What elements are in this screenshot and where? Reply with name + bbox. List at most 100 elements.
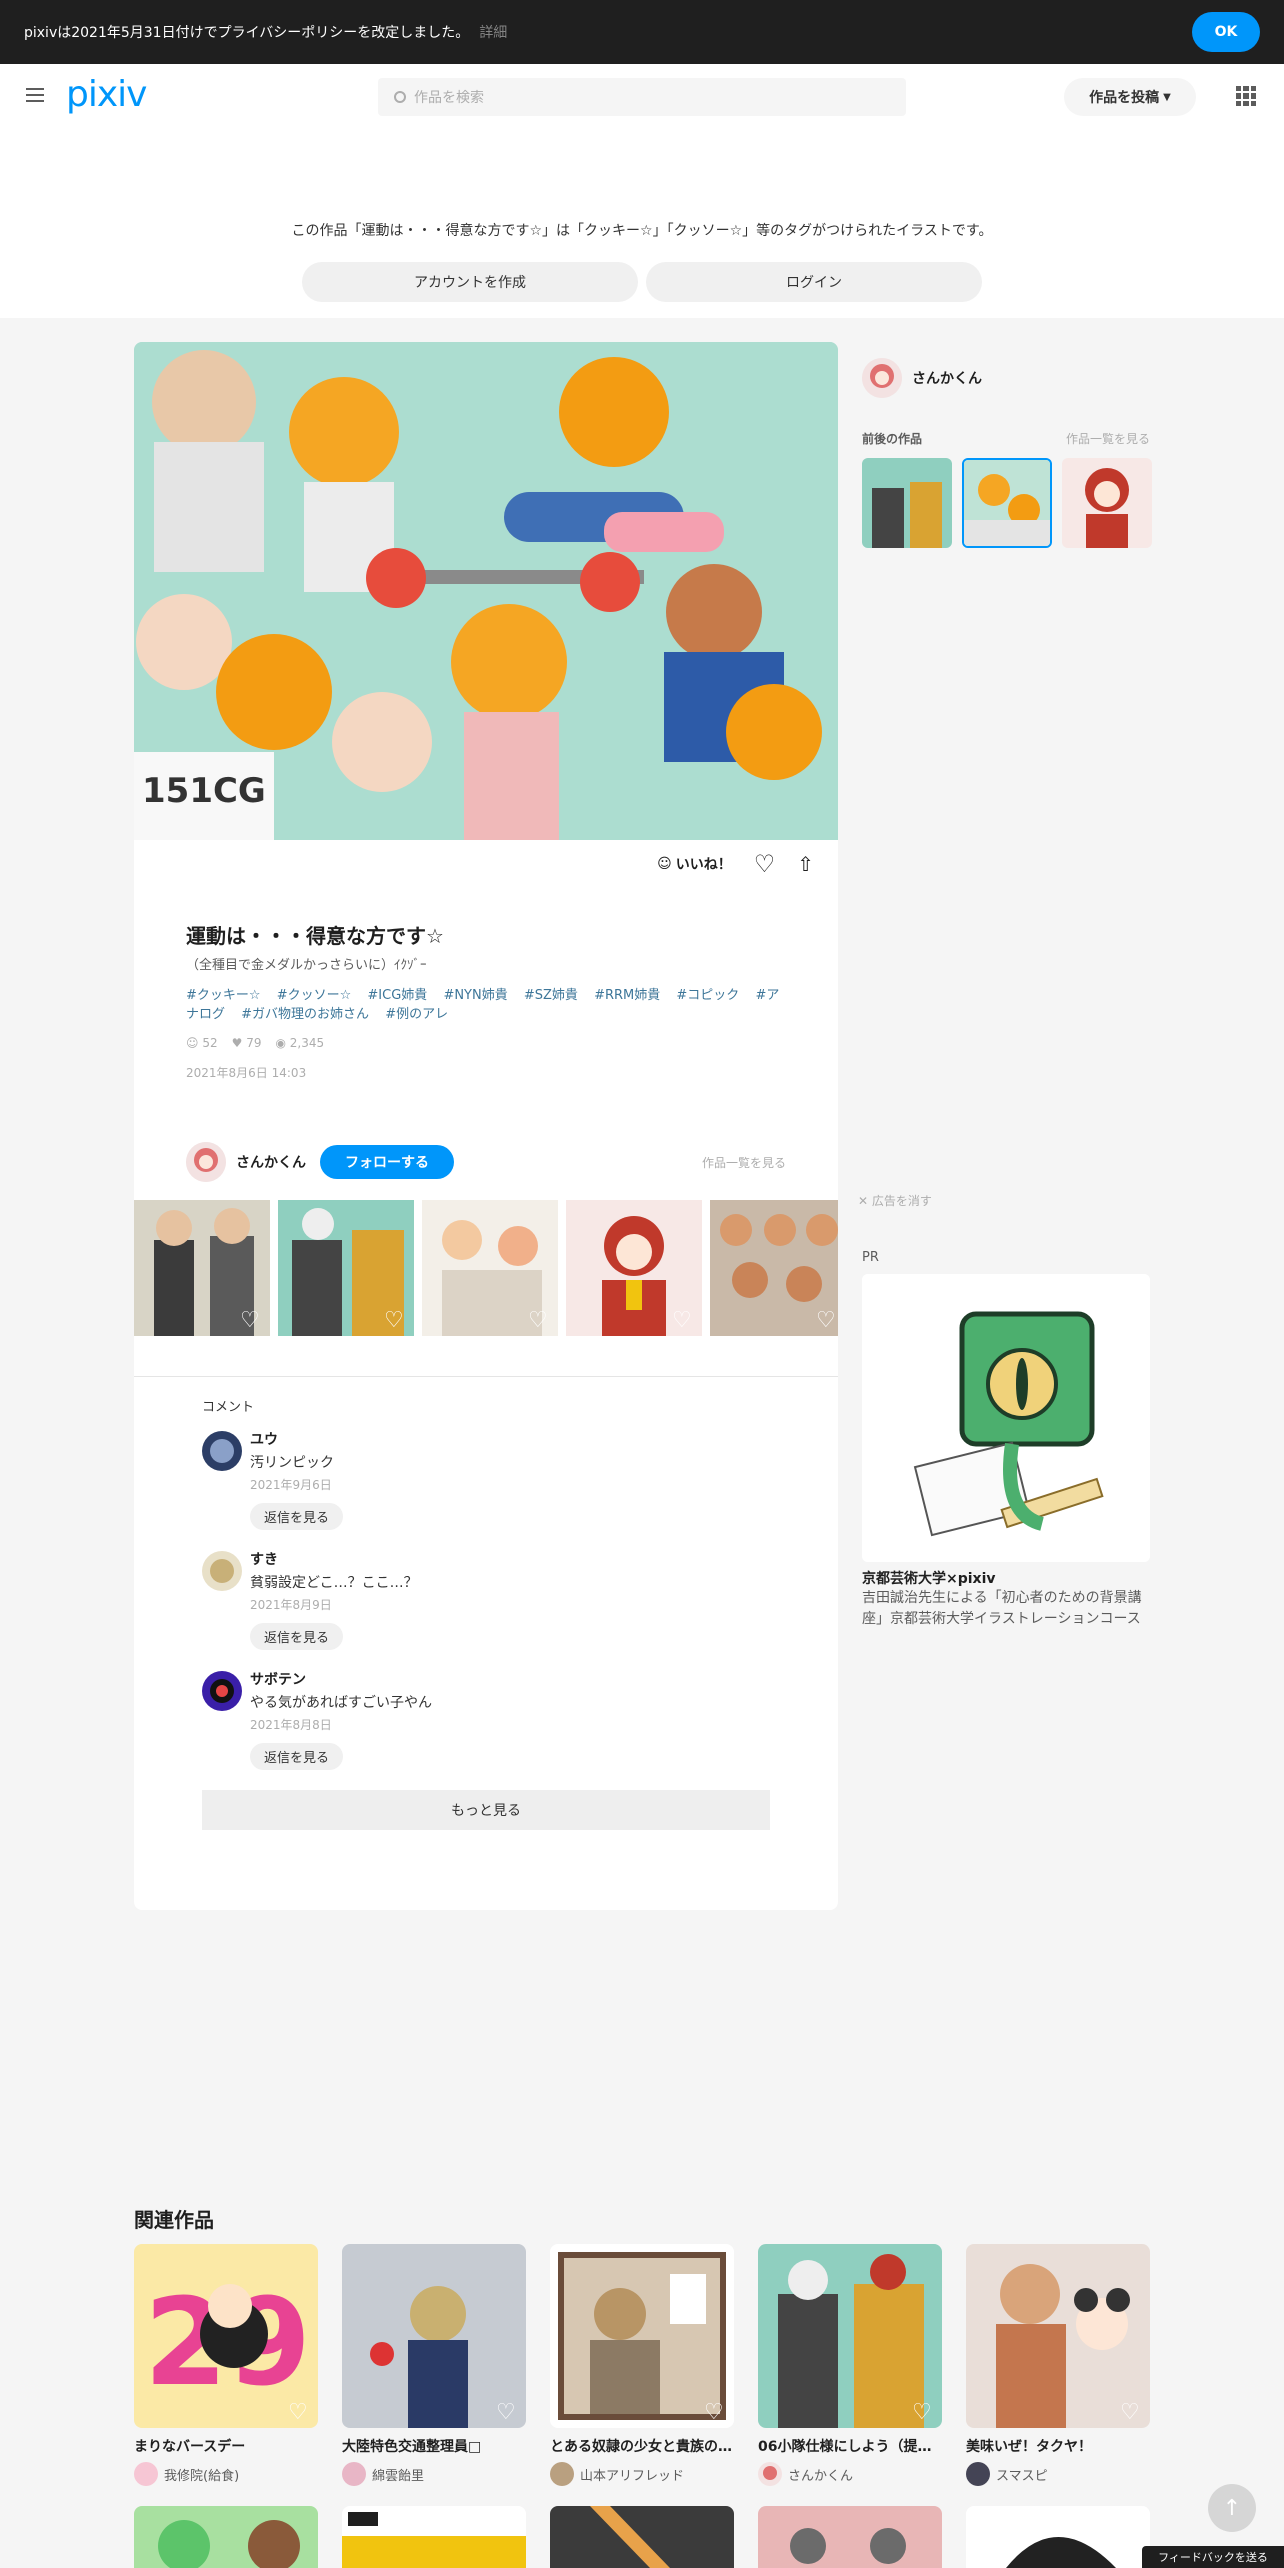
bookmark-heart-icon[interactable]: ♡: [816, 1308, 838, 1333]
related-work-image[interactable]: ♡: [966, 2244, 1150, 2428]
comment-date: 2021年8月9日: [250, 1598, 332, 1612]
related-work[interactable]: ♡ とある奴隷の少女と貴族の… 山本アリフレッド: [550, 2244, 734, 2486]
notice-ok-button[interactable]: OK: [1192, 12, 1260, 52]
work-thumbnail[interactable]: ♡: [710, 1200, 838, 1336]
nearby-work-thumbnail[interactable]: [1062, 458, 1152, 548]
related-work-image[interactable]: [758, 2506, 942, 2568]
author-name[interactable]: さんかくん: [236, 1152, 306, 1172]
bookmark-heart-icon[interactable]: ♡: [754, 850, 776, 878]
comments-heading: コメント: [202, 1400, 255, 1415]
commenter-avatar[interactable]: [202, 1431, 242, 1471]
related-work-title[interactable]: まりなバースデー: [134, 2436, 318, 2456]
related-work-image[interactable]: 29 ♡: [134, 2244, 318, 2428]
search-input[interactable]: 作品を検索: [378, 78, 906, 116]
comment-item: すき 貧弱設定どこ…？ここ…？ 2021年8月9日 返信を見る: [202, 1549, 770, 1669]
heart-icon: ♥: [231, 1036, 247, 1050]
commenter-name[interactable]: ユウ: [250, 1429, 770, 1449]
artwork-image[interactable]: 151CG: [134, 342, 838, 840]
related-work-image[interactable]: [342, 2506, 526, 2568]
ad-description: 吉田誠治先生による「初心者のための背景講座」京都芸術大学イラストレーションコース: [862, 1590, 1142, 1627]
privacy-notice-bar: pixivは2021年5月31日付けでプライバシーポリシーを改定しました。 詳細…: [0, 0, 1284, 64]
share-icon[interactable]: ⇧: [797, 852, 814, 876]
comment-text: 汚リンピック: [250, 1455, 334, 1471]
tag-link[interactable]: #SZ姉貴: [524, 988, 578, 1003]
work-thumbnail[interactable]: ♡: [278, 1200, 414, 1336]
bookmark-heart-icon[interactable]: ♡: [240, 1308, 262, 1333]
hide-ad-button[interactable]: ✕ 広告を消す: [858, 1192, 932, 1209]
scroll-to-top-button[interactable]: ↑: [1208, 2484, 1256, 2532]
related-work-user[interactable]: 山本アリフレッド: [550, 2462, 734, 2486]
related-work-image[interactable]: ♡: [758, 2244, 942, 2428]
related-work[interactable]: ♡ 大陸特色交通整理員□ 綿雲飴里: [342, 2244, 526, 2486]
related-work-image[interactable]: ♡: [342, 2244, 526, 2428]
tag-link[interactable]: #ICG姉貴: [367, 988, 427, 1003]
related-work-user[interactable]: 綿雲飴里: [342, 2462, 526, 2486]
tag-link[interactable]: #NYN姉貴: [443, 988, 507, 1003]
view-replies-button[interactable]: 返信を見る: [250, 1743, 344, 1770]
bookmark-heart-icon[interactable]: ♡: [672, 1308, 694, 1333]
related-work-user[interactable]: さんかくん: [758, 2462, 942, 2486]
work-thumbnail[interactable]: ♡: [134, 1200, 270, 1336]
commenter-avatar[interactable]: [202, 1551, 242, 1591]
ad-image[interactable]: [862, 1274, 1150, 1562]
tag-link[interactable]: #例のアレ: [385, 1007, 448, 1022]
related-work[interactable]: 29 ♡ まりなバースデー 我修院(給食): [134, 2244, 318, 2486]
author-works-strip: ♡ ♡ ♡ ♡ ♡: [134, 1200, 838, 1336]
related-work-image[interactable]: ♡: [550, 2244, 734, 2428]
related-work-user[interactable]: 我修院(給食): [134, 2462, 318, 2486]
signup-banner: この作品「運動は・・・得意な方です☆」は「クッキー☆」「クッソー☆」等のタグがつ…: [0, 128, 1284, 318]
sidebar-author-name[interactable]: さんかくん: [912, 368, 982, 388]
tag-link[interactable]: #コピック: [676, 988, 739, 1003]
bookmark-count: ♥ 79: [231, 1036, 262, 1050]
related-work[interactable]: ♡ 06小隊仕様にしよう（提案… さんかくん: [758, 2244, 942, 2486]
tag-link[interactable]: #クッソー☆: [277, 988, 352, 1003]
artwork-actions: ☺ いいね！ ♡ ⇧: [657, 850, 814, 878]
bookmark-heart-icon[interactable]: ♡: [704, 2400, 726, 2425]
post-artwork-button[interactable]: 作品を投稿 ▼: [1064, 78, 1196, 116]
related-work-title[interactable]: とある奴隷の少女と貴族の…: [550, 2436, 734, 2456]
see-all-works-link[interactable]: 作品一覧を見る: [702, 1154, 786, 1171]
notice-detail-link[interactable]: 詳細: [479, 22, 507, 42]
feedback-button[interactable]: フィードバックを送る: [1142, 2546, 1284, 2568]
tag-link[interactable]: #クッキー☆: [186, 988, 261, 1003]
tag-link[interactable]: #ガバ物理のお姉さん: [241, 1007, 369, 1022]
bookmark-heart-icon[interactable]: ♡: [1120, 2400, 1142, 2425]
bookmark-heart-icon[interactable]: ♡: [288, 2400, 310, 2425]
like-button[interactable]: ☺ いいね！: [657, 854, 732, 874]
pixiv-logo[interactable]: pixiv: [66, 74, 147, 115]
related-work-image[interactable]: [134, 2506, 318, 2568]
related-work-title[interactable]: 06小隊仕様にしよう（提案…: [758, 2436, 942, 2456]
nearby-work-thumbnail-current[interactable]: [962, 458, 1052, 548]
user-avatar: [966, 2462, 990, 2486]
more-comments-button[interactable]: もっと見る: [202, 1790, 770, 1830]
login-button[interactable]: ログイン: [646, 262, 982, 302]
sidebar-author-avatar[interactable]: [862, 358, 902, 398]
commenter-name[interactable]: サボテン: [250, 1669, 770, 1689]
related-work-image[interactable]: [966, 2506, 1150, 2568]
tag-link[interactable]: #RRM姉貴: [594, 988, 660, 1003]
commenter-name[interactable]: すき: [250, 1549, 770, 1569]
related-work[interactable]: ♡ 美味いぜ！タクヤ！ スマスピ: [966, 2244, 1150, 2486]
view-replies-button[interactable]: 返信を見る: [250, 1623, 344, 1650]
follow-button[interactable]: フォローする: [320, 1145, 454, 1179]
related-work-title[interactable]: 美味いぜ！タクヤ！: [966, 2436, 1150, 2456]
author-avatar[interactable]: [186, 1142, 226, 1182]
create-account-button[interactable]: アカウントを作成: [302, 262, 638, 302]
app-grid-icon[interactable]: [1236, 86, 1256, 106]
view-replies-button[interactable]: 返信を見る: [250, 1503, 344, 1530]
hamburger-menu-icon[interactable]: [26, 88, 44, 102]
bookmark-heart-icon[interactable]: ♡: [496, 2400, 518, 2425]
svg-text:151CG: 151CG: [142, 771, 266, 811]
ad-title[interactable]: 京都芸術大学×pixiv: [862, 1568, 996, 1588]
related-work-image[interactable]: [550, 2506, 734, 2568]
sidebar-see-all-link[interactable]: 作品一覧を見る: [1066, 430, 1150, 447]
nearby-work-thumbnail[interactable]: [862, 458, 952, 548]
related-work-user[interactable]: スマスピ: [966, 2462, 1150, 2486]
commenter-avatar[interactable]: [202, 1671, 242, 1711]
bookmark-heart-icon[interactable]: ♡: [912, 2400, 934, 2425]
work-thumbnail[interactable]: ♡: [422, 1200, 558, 1336]
bookmark-heart-icon[interactable]: ♡: [528, 1308, 550, 1333]
related-work-title[interactable]: 大陸特色交通整理員□: [342, 2436, 526, 2456]
work-thumbnail[interactable]: ♡: [566, 1200, 702, 1336]
bookmark-heart-icon[interactable]: ♡: [384, 1308, 406, 1333]
